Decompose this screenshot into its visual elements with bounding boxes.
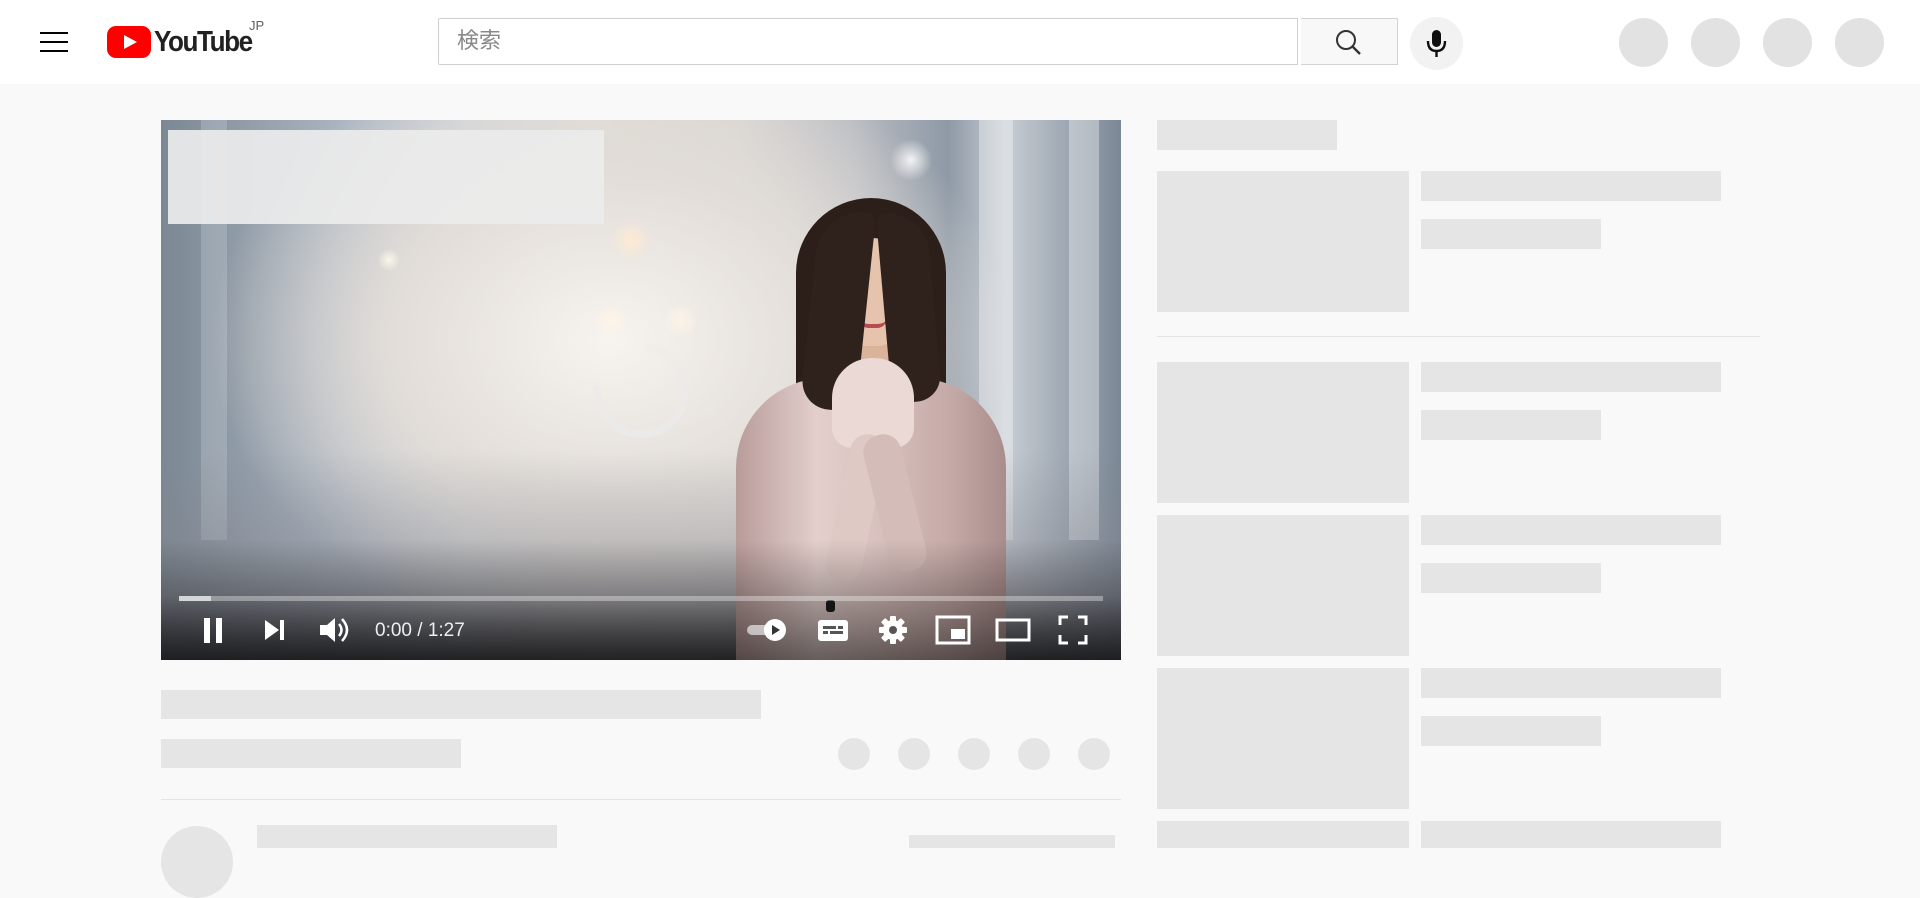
video-meta-placeholder xyxy=(1421,219,1601,249)
header-button-placeholder[interactable] xyxy=(1691,18,1740,67)
miniplayer-icon xyxy=(935,615,971,645)
fullscreen-button[interactable] xyxy=(1051,610,1095,650)
thumbnail-placeholder[interactable] xyxy=(1157,668,1409,809)
pause-button[interactable] xyxy=(193,610,233,650)
thumbnail-placeholder[interactable] xyxy=(1157,515,1409,656)
menu-icon[interactable] xyxy=(34,22,74,62)
video-meta-placeholder xyxy=(161,739,461,768)
fullscreen-icon xyxy=(1058,615,1088,645)
next-button[interactable] xyxy=(255,610,295,650)
channel-avatar-placeholder xyxy=(161,826,233,898)
youtube-play-icon xyxy=(107,26,151,58)
header-button-placeholder[interactable] xyxy=(1619,18,1668,67)
settings-button[interactable] xyxy=(871,610,915,650)
progress-bar[interactable] xyxy=(179,596,1103,601)
video-title-placeholder xyxy=(1421,515,1721,545)
volume-button[interactable] xyxy=(313,610,357,650)
pause-icon xyxy=(204,618,222,643)
action-button-placeholder[interactable] xyxy=(958,738,990,770)
youtube-logo[interactable]: YouTube xyxy=(107,24,263,60)
action-button-placeholder[interactable] xyxy=(898,738,930,770)
divider xyxy=(161,799,1121,800)
volume-icon xyxy=(320,618,349,642)
microphone-icon xyxy=(1426,30,1447,57)
voice-search-button[interactable] xyxy=(1410,17,1463,70)
action-button-placeholder[interactable] xyxy=(1078,738,1110,770)
header-button-placeholder[interactable] xyxy=(1763,18,1812,67)
masthead: YouTube JP xyxy=(0,0,1920,84)
channel-name-placeholder xyxy=(257,825,557,848)
subtitles-button[interactable] xyxy=(811,610,855,650)
gear-icon xyxy=(879,616,907,644)
divider xyxy=(1157,336,1760,337)
time-display: 0:00 / 1:27 xyxy=(375,620,465,641)
video-meta-placeholder xyxy=(1421,563,1601,593)
video-title-placeholder xyxy=(161,690,761,719)
autoplay-toggle-icon xyxy=(747,619,786,641)
thumbnail-placeholder[interactable] xyxy=(1157,821,1409,848)
miniplayer-button[interactable] xyxy=(931,610,975,650)
theater-mode-button[interactable] xyxy=(991,610,1035,650)
video-title-placeholder xyxy=(1421,668,1721,698)
search-icon xyxy=(1336,30,1361,55)
search-box xyxy=(438,18,1298,65)
video-player[interactable]: 0:00 / 1:27 xyxy=(161,120,1121,660)
video-title-placeholder xyxy=(1421,362,1721,392)
avatar-placeholder[interactable] xyxy=(1835,18,1884,67)
video-meta-placeholder xyxy=(1421,716,1601,746)
thumbnail-placeholder[interactable] xyxy=(1157,171,1409,312)
subtitles-icon xyxy=(818,620,848,641)
thumbnail-placeholder[interactable] xyxy=(1157,362,1409,503)
sidebar-header-placeholder xyxy=(1157,120,1337,150)
country-code: JP xyxy=(249,18,265,33)
subscribe-button-placeholder xyxy=(909,835,1115,848)
action-button-placeholder[interactable] xyxy=(1018,738,1050,770)
video-title-placeholder xyxy=(1421,171,1721,201)
logo-text: YouTube xyxy=(154,25,253,58)
video-title-placeholder xyxy=(1421,821,1721,848)
video-title-overlay-placeholder xyxy=(168,130,604,224)
progress-buffered xyxy=(179,596,212,601)
search-input[interactable] xyxy=(439,19,1297,64)
next-icon xyxy=(265,620,284,640)
video-meta-placeholder xyxy=(1421,410,1601,440)
search-button[interactable] xyxy=(1301,18,1398,65)
action-button-placeholder[interactable] xyxy=(838,738,870,770)
theater-mode-icon xyxy=(995,618,1031,642)
autoplay-toggle[interactable] xyxy=(743,610,793,650)
